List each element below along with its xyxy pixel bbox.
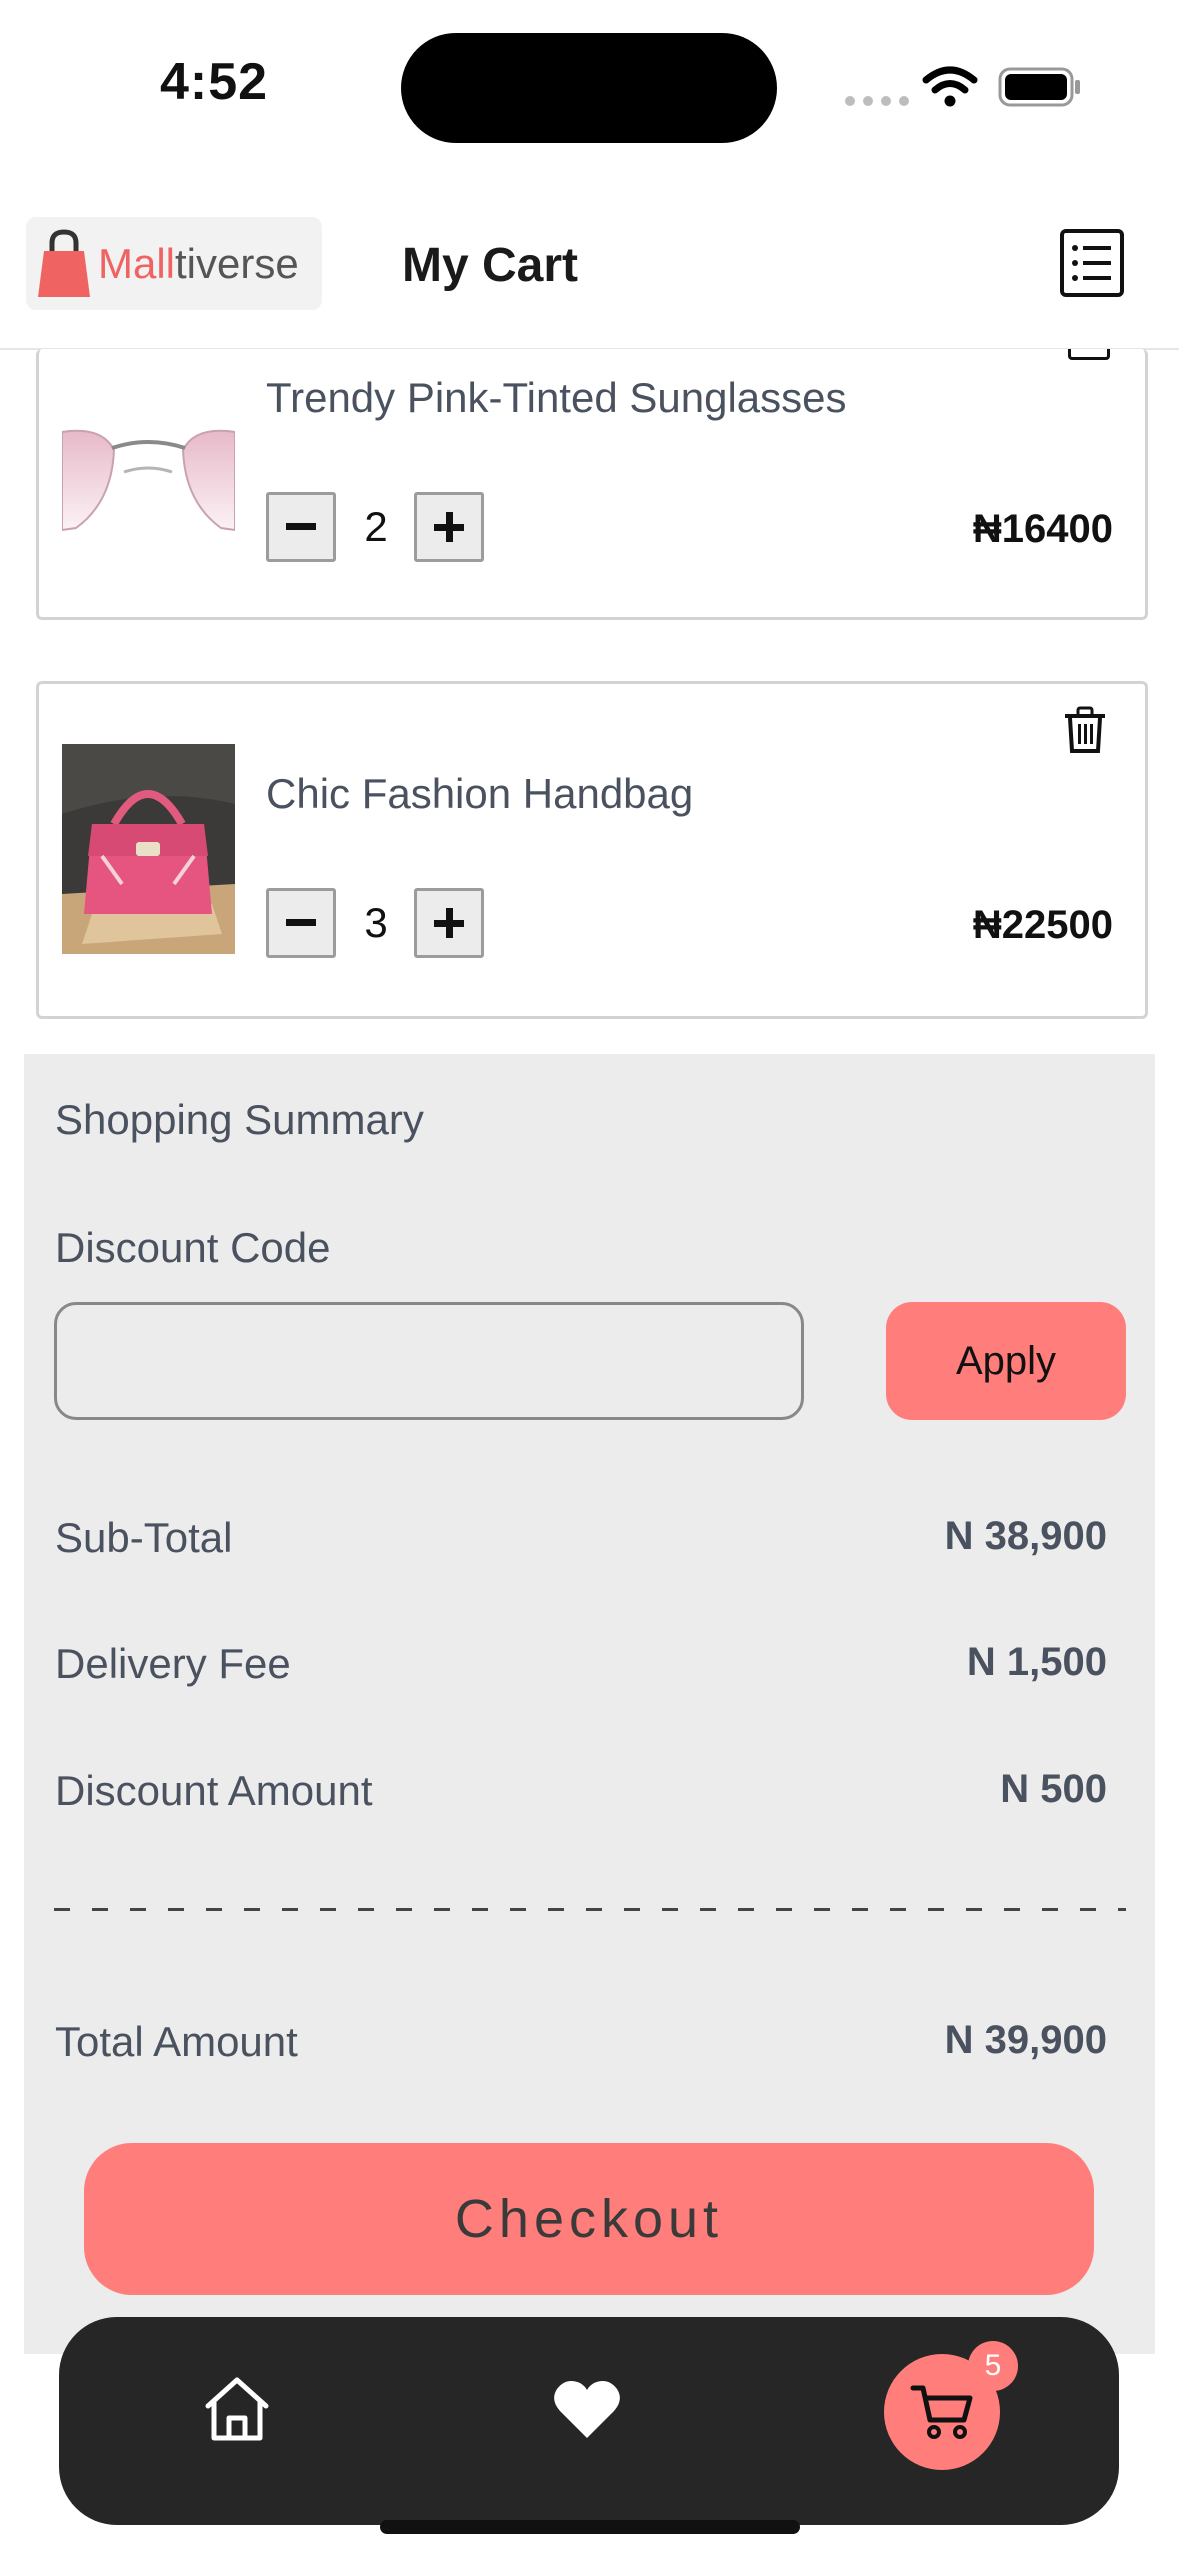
product-image-handbag	[62, 744, 235, 954]
cart-icon	[910, 2385, 973, 2439]
plus-icon	[434, 908, 464, 938]
home-indicator	[380, 2520, 800, 2534]
discount-amount-label: Discount Amount	[55, 1767, 373, 1814]
plus-icon	[434, 512, 464, 542]
trash-icon[interactable]	[1063, 706, 1107, 754]
page-title: My Cart	[402, 239, 579, 292]
decrease-quantity-button[interactable]	[266, 492, 336, 562]
quantity-value: 2	[364, 503, 388, 550]
app-logo[interactable]: Malltiverse	[26, 217, 322, 310]
shopping-bag-logo-icon	[38, 228, 90, 297]
total-amount-label: Total Amount	[55, 2018, 298, 2065]
apply-button[interactable]: Apply	[886, 1302, 1126, 1420]
list-menu-icon[interactable]	[1059, 228, 1125, 298]
total-amount-value: N 39,900	[944, 2018, 1107, 2062]
minus-icon	[286, 919, 316, 926]
increase-quantity-button[interactable]	[414, 888, 484, 958]
logo-text: Malltiverse	[98, 239, 299, 287]
discount-amount-value: N 500	[1000, 1767, 1107, 1811]
status-time: 4:52	[160, 53, 269, 111]
checkout-button[interactable]: Checkout	[84, 2143, 1094, 2295]
cart-count-badge: 5	[968, 2341, 1018, 2391]
battery-icon	[998, 67, 1080, 107]
dashed-divider	[54, 1908, 1126, 1914]
trash-icon[interactable]	[1068, 349, 1110, 360]
summary-title: Shopping Summary	[55, 1096, 424, 1143]
item-price: ₦16400	[972, 507, 1113, 551]
item-price: ₦22500	[972, 903, 1113, 947]
heart-icon[interactable]	[550, 2372, 624, 2446]
dynamic-island	[401, 33, 777, 143]
product-image-sunglasses	[62, 380, 235, 590]
discount-code-input[interactable]	[54, 1302, 804, 1420]
delivery-fee-label: Delivery Fee	[55, 1640, 291, 1687]
discount-code-label: Discount Code	[55, 1224, 331, 1271]
increase-quantity-button[interactable]	[414, 492, 484, 562]
cellular-signal-icon	[845, 96, 909, 106]
subtotal-label: Sub-Total	[55, 1514, 233, 1561]
subtotal-value: N 38,900	[944, 1514, 1107, 1558]
minus-icon	[286, 523, 316, 530]
wifi-icon	[922, 66, 978, 107]
quantity-value: 3	[364, 899, 388, 946]
product-name: Chic Fashion Handbag	[266, 770, 694, 817]
delivery-fee-value: N 1,500	[966, 1640, 1107, 1684]
product-name: Trendy Pink-Tinted Sunglasses	[266, 374, 847, 421]
home-icon[interactable]	[200, 2372, 274, 2446]
decrease-quantity-button[interactable]	[266, 888, 336, 958]
